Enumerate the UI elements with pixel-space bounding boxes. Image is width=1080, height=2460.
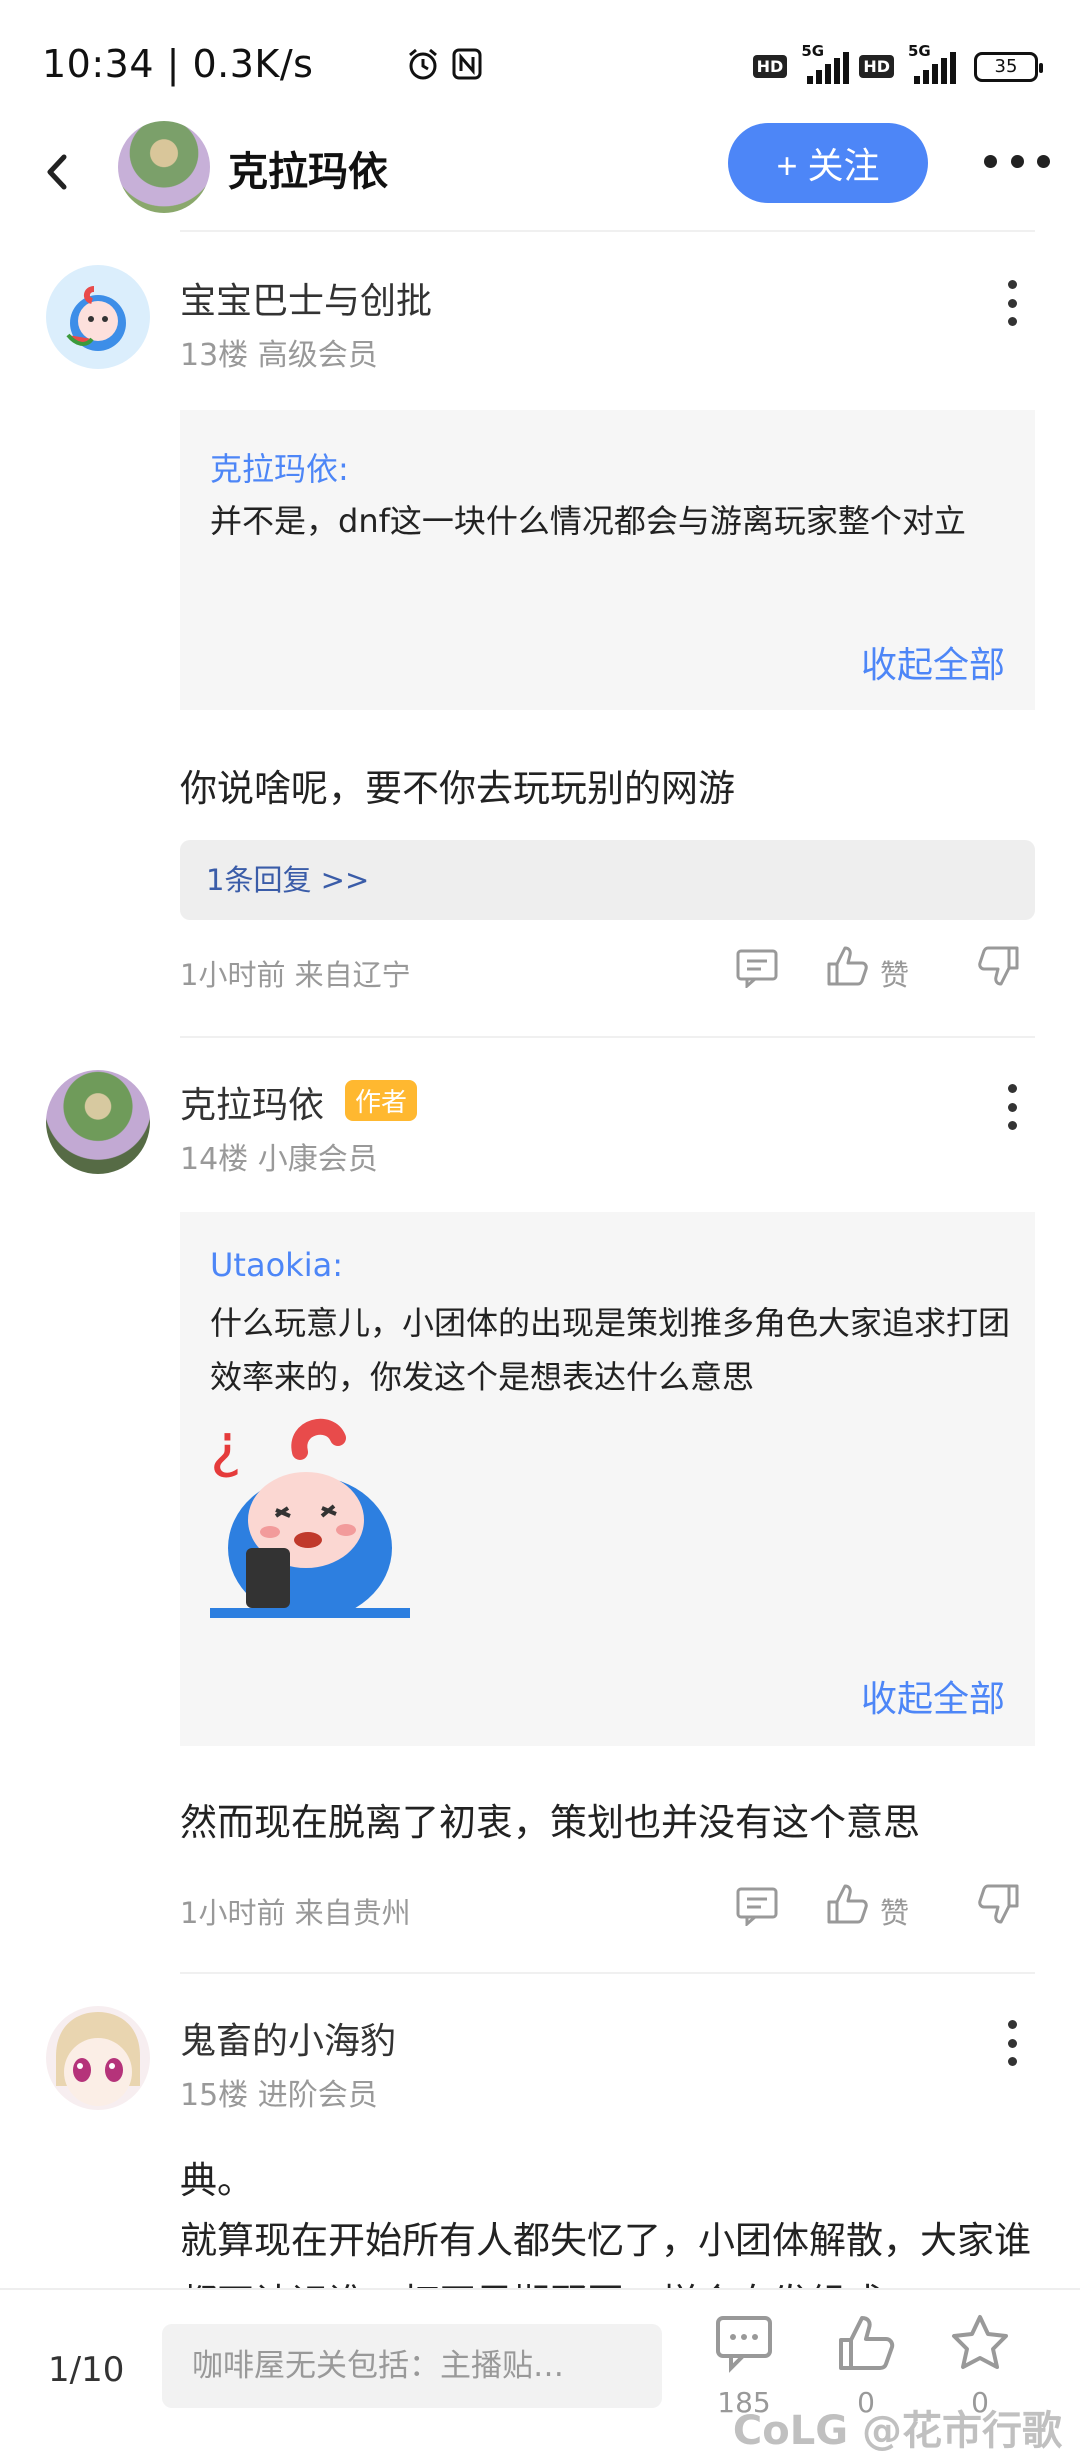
like-icon[interactable] (825, 1882, 869, 1926)
quote-box: 克拉玛依: 并不是，dnf这一块什么情况都会与游离玩家整个对立 收起全部 (180, 410, 1035, 710)
avatar[interactable] (46, 1070, 150, 1174)
forum-avatar[interactable] (118, 121, 210, 213)
top-nav-bar: 克拉玛依 + 关注 (0, 115, 1080, 233)
floor-info: 15楼 进阶会员 (180, 2078, 378, 2113)
user-name[interactable]: 鬼畜的小海豹 (180, 2012, 396, 2064)
bottom-action-bar: 1/10 咖啡屋无关包括：主播贴… 185 0 0 CoLG @花市行歌 (0, 2288, 1080, 2460)
star-icon (949, 2315, 1011, 2378)
nfc-icon (451, 47, 483, 86)
divider (180, 1036, 1035, 1038)
collapse-all-link[interactable]: 收起全部 (861, 636, 1005, 688)
floor-info: 13楼 高级会员 (180, 338, 378, 373)
comment-input[interactable]: 咖啡屋无关包括：主播贴… (162, 2324, 662, 2408)
alarm-icon (405, 46, 441, 87)
page-indicator[interactable]: 1/10 (48, 2350, 124, 2390)
sticker-image[interactable]: ¿ (210, 1408, 410, 1620)
comment-icon (713, 2316, 775, 2378)
divider (180, 230, 1035, 232)
status-bar: 10:34 | 0.3K/s HD 5G HD 5G 35 (0, 0, 1080, 130)
user-name[interactable]: 宝宝巴士与创批 (180, 272, 432, 324)
status-icons: HD 5G HD 5G 35 (405, 42, 1043, 87)
post-meta-row: 1小时前 来自辽宁 赞 (180, 942, 1035, 1002)
post-menu-icon[interactable] (1006, 1084, 1018, 1130)
status-time: 10:34 | 0.3K/s (42, 42, 314, 86)
post-menu-icon[interactable] (1006, 2020, 1018, 2066)
divider (180, 1972, 1035, 1974)
user-name[interactable]: 克拉玛依 (180, 1076, 324, 1128)
hd-badge-2: HD (859, 55, 894, 78)
follow-button[interactable]: + 关注 (728, 123, 928, 203)
post-meta-row: 1小时前 来自贵州 赞 (180, 1880, 1035, 1940)
signal-icon: 5G (797, 42, 850, 84)
like-label[interactable]: 赞 (880, 952, 909, 994)
quote-user[interactable]: 克拉玛依: (210, 444, 349, 490)
floor-info: 14楼 小康会员 (180, 1142, 378, 1177)
replies-link[interactable]: 1条回复 >> (180, 840, 1035, 920)
post-menu-icon[interactable] (1006, 280, 1018, 326)
post-time-location: 1小时前 来自贵州 (180, 1896, 411, 1930)
like-icon[interactable] (825, 944, 869, 988)
comment-icon[interactable] (735, 948, 779, 990)
avatar[interactable] (46, 265, 150, 369)
dislike-icon[interactable] (977, 944, 1021, 988)
watermark: CoLG @花市行歌 (732, 2408, 1062, 2454)
post-content: 你说啥呢，要不你去玩玩别的网游 (180, 767, 735, 810)
avatar[interactable] (46, 2006, 150, 2110)
like-icon (835, 2316, 897, 2378)
back-arrow-icon[interactable] (36, 147, 80, 197)
more-options-icon[interactable] (984, 151, 1050, 171)
quote-text: 并不是，dnf这一块什么情况都会与游离玩家整个对立 (210, 502, 966, 540)
page-title[interactable]: 克拉玛依 (228, 139, 388, 197)
svg-text:¿: ¿ (210, 1411, 242, 1481)
like-label[interactable]: 赞 (880, 1890, 909, 1932)
collapse-all-link[interactable]: 收起全部 (861, 1670, 1005, 1722)
hd-badge: HD (752, 55, 788, 78)
quote-text: 什么玩意儿，小团体的出现是策划推多角色大家追求打团效率来的，你发这个是想表达什么… (210, 1304, 1011, 1396)
quote-user[interactable]: Utaokia: (210, 1246, 343, 1284)
dislike-icon[interactable] (977, 1882, 1021, 1926)
battery-icon: 35 (974, 51, 1043, 82)
post-content: 然而现在脱离了初衷，策划也并没有这个意思 (180, 1801, 920, 1844)
post-content-line: 典。 (180, 2159, 254, 2202)
author-badge: 作者 (345, 1080, 418, 1121)
comment-icon[interactable] (735, 1886, 779, 1928)
signal-icon-2: 5G (904, 42, 956, 84)
quote-box: Utaokia: 什么玩意儿，小团体的出现是策划推多角色大家追求打团效率来的，你… (180, 1212, 1035, 1746)
post-time-location: 1小时前 来自辽宁 (180, 958, 411, 992)
